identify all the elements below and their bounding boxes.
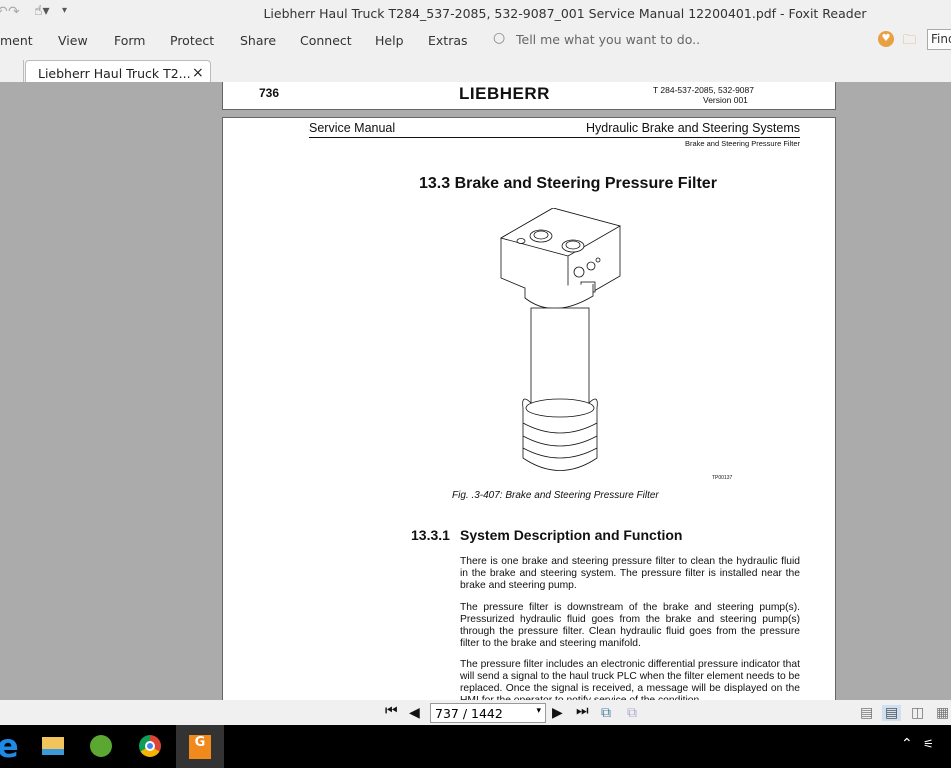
page-number: 736 [259,86,280,100]
foxit-icon: G [189,735,211,759]
header-right: Hydraulic Brake and Steering Systems [586,121,800,135]
page-field-value: 737 / 1442 [435,706,503,721]
next-page-icon[interactable]: ▶ [552,705,563,721]
menu-view[interactable]: View [58,33,88,48]
menu-help[interactable]: Help [375,33,404,48]
folder-search-icon[interactable]: 🗀 [903,31,916,53]
document-tab[interactable]: Liebherr Haul Truck T2... × [25,60,211,84]
version: Version 001 [703,95,748,105]
next-view-icon[interactable]: ⧉ [627,705,637,721]
subsection-number: 13.3.1 [411,527,450,543]
menu-connect[interactable]: Connect [300,33,352,48]
paragraph: There is one brake and steering pressure… [460,556,800,591]
menu-protect[interactable]: Protect [170,33,214,48]
paragraph: The pressure filter includes an electron… [460,659,800,700]
foxit-taskbar-button[interactable]: G [176,725,224,768]
network-icon[interactable]: ⚟ [923,737,934,751]
tab-start[interactable] [0,60,24,82]
menu-extras[interactable]: Extras [428,33,468,48]
paragraph: The pressure filter is downstream of the… [460,602,800,649]
status-bar: ⏮ ◀ 737 / 1442 ▾ ▶ ⏭ ⧉ ⧉ ▤ ▤ ◫ ▦ [0,700,951,725]
liebherr-logo: LIEBHERR [459,84,550,103]
coccoc-icon[interactable] [90,735,112,757]
find-input[interactable]: Find [927,29,951,50]
first-page-icon[interactable]: ⏮ [385,703,398,719]
menu-document[interactable]: ment [0,33,33,48]
chrome-icon[interactable] [139,735,161,757]
title-bar: ↶ ↷ ☝▾ ▾ Liebherr Haul Truck T284_537-20… [0,0,951,28]
header-left: Service Manual [309,121,396,135]
previous-page-icon[interactable]: ◀ [409,705,420,721]
current-page: Service Manual Hydraulic Brake and Steer… [222,117,836,700]
document-view[interactable]: 736 LIEBHERR T 284-537-2085, 532-9087 Ve… [0,82,951,700]
subsection-title: System Description and Function [460,527,683,543]
page-number-input[interactable]: 737 / 1442 ▾ [430,703,546,723]
menu-form[interactable]: Form [114,33,146,48]
lightbulb-icon: ○ [493,30,506,46]
continuous-page-icon[interactable]: ▤ [882,705,902,721]
menu-bar: ment View Form Protect Share Connect Hel… [0,28,951,55]
previous-page: 736 LIEBHERR T 284-537-2085, 532-9087 Ve… [222,82,836,110]
figure-caption: Fig. .3-407: Brake and Steering Pressure… [452,490,659,501]
heart-icon[interactable]: ♥ [878,31,894,47]
model-number: T 284-537-2085, 532-9087 [653,85,754,95]
show-hidden-icons[interactable]: ⌃ [901,736,913,752]
taskbar: e G ⌃ ⚟ [0,725,951,768]
last-page-icon[interactable]: ⏭ [576,703,589,719]
file-explorer-icon[interactable] [42,737,64,755]
edge-icon[interactable]: e [0,727,19,765]
header-rule [309,137,800,138]
pressure-filter-figure [499,208,622,471]
header-sub: Brake and Steering Pressure Filter [684,139,800,148]
tell-me-input[interactable]: Tell me what you want to do.. [516,32,700,47]
figure-code: TP00137 [712,475,733,481]
section-title: 13.3 Brake and Steering Pressure Filter [419,175,717,192]
tab-label: Liebherr Haul Truck T2... [38,66,191,81]
continuous-facing-icon[interactable]: ▦ [936,705,949,721]
close-tab-icon[interactable]: × [192,65,204,81]
previous-view-icon[interactable]: ⧉ [601,705,611,721]
window-title: Liebherr Haul Truck T284_537-2085, 532-9… [263,6,867,21]
page-dropdown-icon[interactable]: ▾ [536,706,541,716]
single-page-icon[interactable]: ▤ [860,705,873,721]
menu-share[interactable]: Share [240,33,276,48]
facing-page-icon[interactable]: ◫ [911,705,924,721]
